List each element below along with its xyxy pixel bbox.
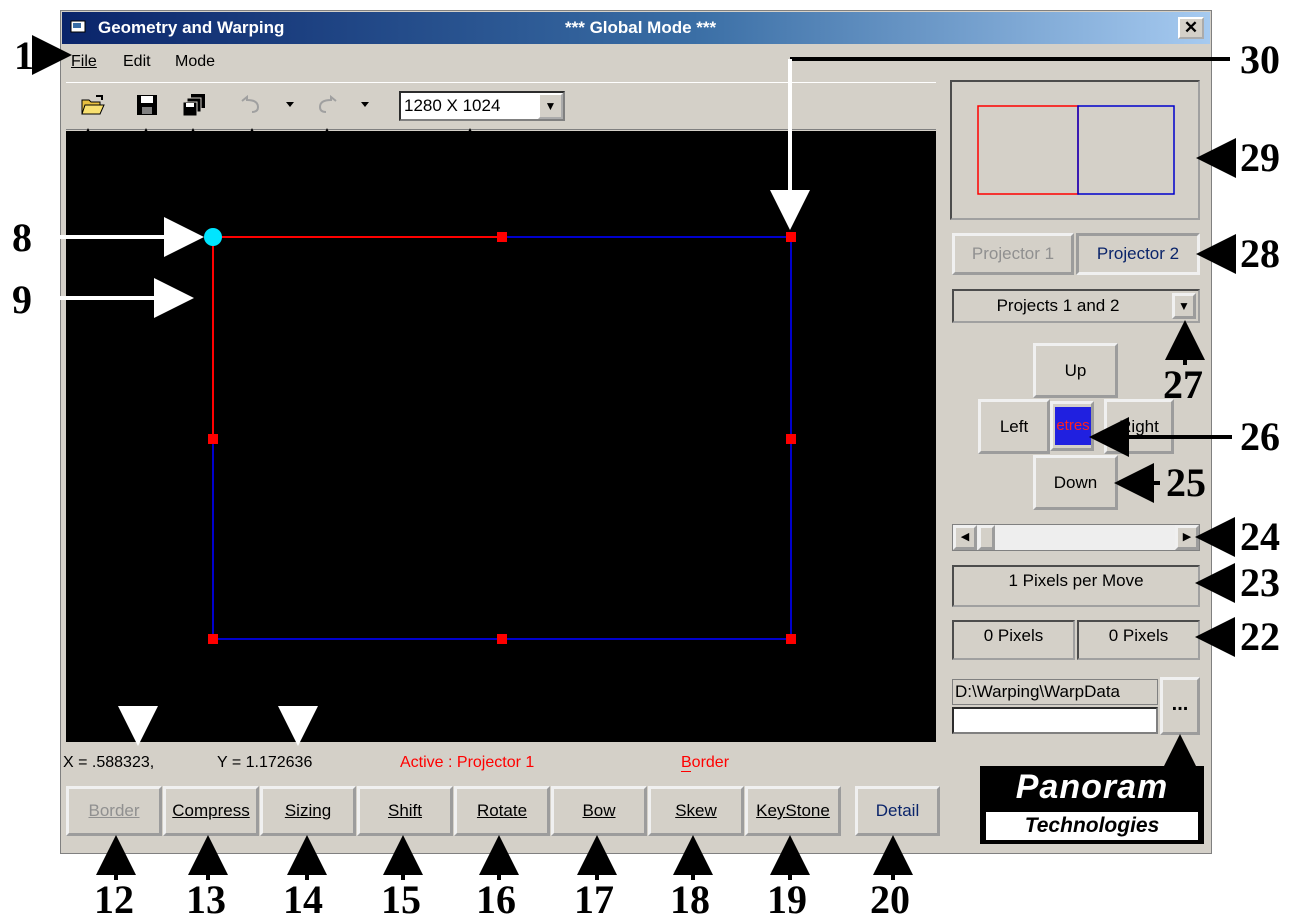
callout-10: 10 <box>118 667 158 712</box>
active-projector-status: Active : Projector 1 <box>400 754 535 771</box>
open-folder-icon[interactable] <box>80 92 106 118</box>
data-path-input[interactable] <box>952 707 1158 734</box>
callout-12: 12 <box>94 877 134 922</box>
callout-1: 1 <box>14 33 34 78</box>
logo-top-text: Panoram <box>1015 768 1169 806</box>
sizing-button[interactable]: Sizing <box>260 786 356 836</box>
callout-27: 27 <box>1163 362 1203 407</box>
global-mode-label: *** Global Mode *** <box>565 18 717 37</box>
menu-file-label: File <box>71 53 97 70</box>
callout-24: 24 <box>1240 514 1280 559</box>
move-down-button[interactable]: Down <box>1033 455 1118 510</box>
current-mode-label: Border <box>681 754 730 771</box>
save-disk-icon[interactable] <box>134 92 160 118</box>
current-mode-status: Border <box>681 754 729 772</box>
callout-14: 14 <box>283 877 323 922</box>
menu-mode[interactable]: Mode <box>175 53 215 71</box>
move-right-button[interactable]: Right <box>1104 399 1174 454</box>
bow-button[interactable]: Bow <box>551 786 647 836</box>
resolution-value: 1280 X 1024 <box>404 96 501 115</box>
preview-projector1 <box>977 105 1079 195</box>
callout-2: 2 <box>76 163 96 208</box>
callout-29: 29 <box>1240 135 1280 180</box>
projector2-button[interactable]: Projector 2 <box>1076 233 1200 275</box>
menu-file[interactable]: File <box>71 53 97 71</box>
warp-grid <box>204 228 796 644</box>
compress-button[interactable]: Compress <box>163 786 259 836</box>
control-point[interactable] <box>786 634 796 644</box>
redo-dropdown-icon[interactable] <box>360 101 370 109</box>
browse-button[interactable]: ... <box>1160 677 1200 735</box>
border-button[interactable]: Border <box>66 786 162 836</box>
pixels-x-value: 0 Pixels <box>983 626 1044 645</box>
callout-8: 8 <box>12 215 32 260</box>
projector-preview <box>977 105 1175 195</box>
scroll-right-button[interactable]: ▶ <box>1175 525 1199 550</box>
selected-control-point[interactable] <box>204 228 222 246</box>
detail-button[interactable]: Detail <box>855 786 940 836</box>
callout-15: 15 <box>381 877 421 922</box>
pixels-y-value: 0 Pixels <box>1108 626 1169 645</box>
callout-11: 11 <box>275 667 313 712</box>
control-point[interactable] <box>208 434 218 444</box>
projects-select-value: Projects 1 and 2 <box>996 296 1120 315</box>
menu-edit[interactable]: Edit <box>123 53 151 71</box>
keystone-button[interactable]: KeyStone <box>745 786 841 836</box>
callout-28: 28 <box>1240 231 1280 276</box>
move-up-button[interactable]: Up <box>1033 343 1118 398</box>
control-point[interactable] <box>208 634 218 644</box>
callout-16: 16 <box>476 877 516 922</box>
mode-underline <box>681 771 691 772</box>
control-point[interactable] <box>786 434 796 444</box>
x-coordinate: X = .588323, <box>63 754 155 771</box>
callout-13: 13 <box>186 877 226 922</box>
scroll-left-button[interactable]: ◀ <box>953 525 977 550</box>
callout-22: 22 <box>1240 614 1280 659</box>
logo-bottom-text: Technologies <box>986 812 1198 840</box>
callout-4: 4 <box>181 163 201 208</box>
y-coordinate: Y = 1.172636 <box>217 754 313 771</box>
undo-dropdown-icon[interactable] <box>285 101 295 109</box>
redo-icon[interactable] <box>314 92 340 118</box>
move-left-button[interactable]: Left <box>978 399 1050 454</box>
skew-button[interactable]: Skew <box>648 786 744 836</box>
center-button-label: etres <box>1055 407 1091 445</box>
callout-5: 5 <box>240 163 260 208</box>
callout-25: 25 <box>1166 460 1206 505</box>
callout-20: 20 <box>870 877 910 922</box>
shift-button[interactable]: Shift <box>357 786 453 836</box>
callout-19: 19 <box>767 877 807 922</box>
callout-26: 26 <box>1240 414 1280 459</box>
control-point[interactable] <box>497 634 507 644</box>
control-point[interactable] <box>786 232 796 242</box>
window-title: Geometry and Warping <box>98 18 285 37</box>
callout-18: 18 <box>670 877 710 922</box>
preview-projector2 <box>1077 105 1175 195</box>
callout-17: 17 <box>574 877 614 922</box>
resolution-dropdown-button[interactable]: ▼ <box>538 93 563 119</box>
control-point[interactable] <box>497 232 507 242</box>
callout-7: 7 <box>458 163 478 208</box>
save-all-icon[interactable] <box>181 92 207 118</box>
projector1-button[interactable]: Projector 1 <box>952 233 1074 275</box>
data-path-label: D:\Warping\WarpData <box>955 682 1121 701</box>
app-icon <box>70 20 86 33</box>
callout-23: 23 <box>1240 560 1280 605</box>
scrollbar-thumb[interactable] <box>978 525 995 550</box>
undo-icon[interactable] <box>238 92 264 118</box>
close-button[interactable]: ✕ <box>1178 17 1204 39</box>
callout-3: 3 <box>134 163 154 208</box>
rotate-button[interactable]: Rotate <box>454 786 550 836</box>
pixels-per-move-label: 1 Pixels per Move <box>1008 571 1144 590</box>
callout-30: 30 <box>1240 37 1280 82</box>
projects-dropdown-button[interactable]: ▼ <box>1172 293 1196 319</box>
callout-9: 9 <box>12 277 32 322</box>
callout-6: 6 <box>314 163 334 208</box>
